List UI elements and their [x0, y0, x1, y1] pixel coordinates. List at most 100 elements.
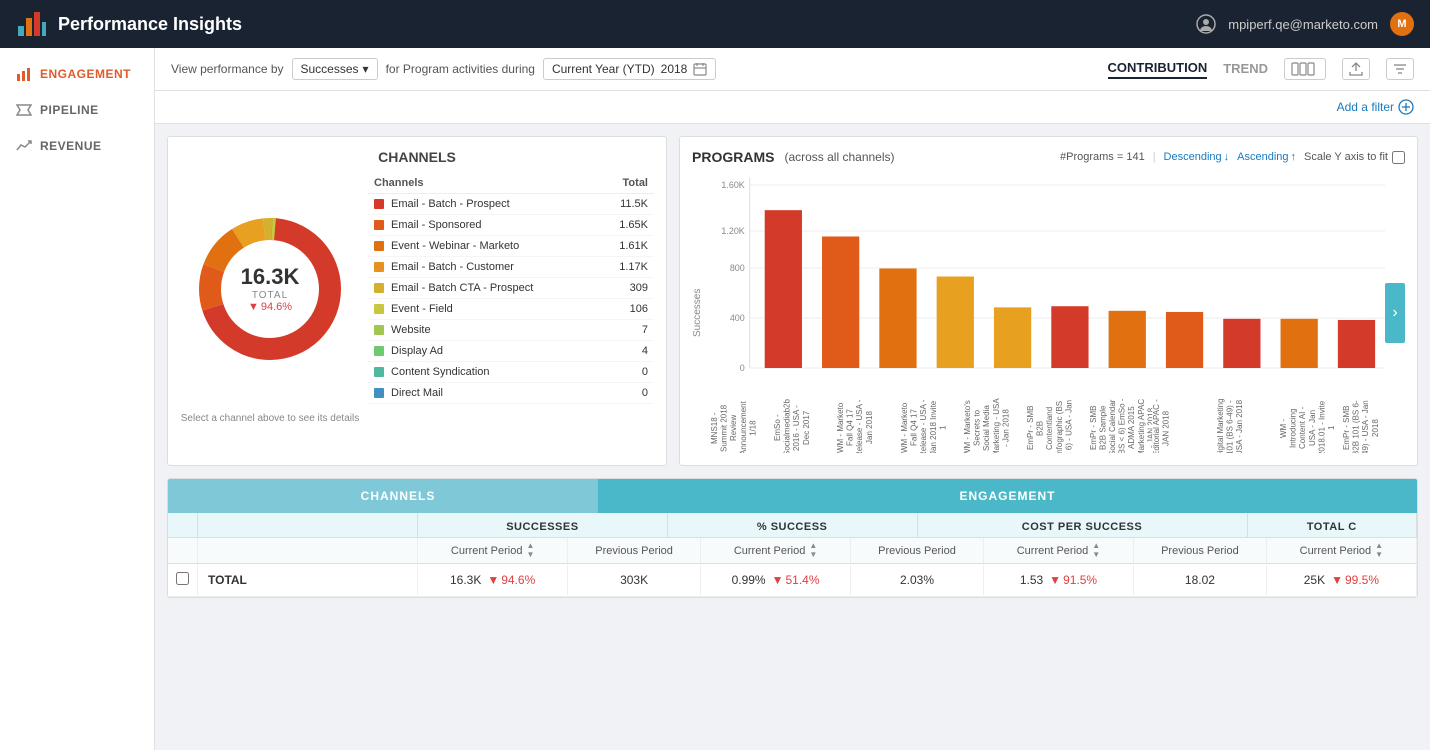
tab-trend[interactable]: TREND: [1223, 61, 1268, 78]
ascending-btn[interactable]: Ascending ↑: [1237, 151, 1296, 163]
cost-subheader: COST PER SUCCESS: [918, 513, 1248, 537]
bottom-table: CHANNELS ENGAGEMENT SUCCESSES % SUCCESS …: [167, 478, 1418, 598]
channel-value-cell: 0: [599, 362, 654, 383]
bar-rect[interactable]: [1281, 319, 1318, 368]
down-arrow-succ: ▼: [487, 573, 499, 587]
successes-current-period: Current Period ▲▼: [418, 538, 568, 563]
bar-rect[interactable]: [1223, 319, 1260, 368]
descending-arrow-icon: ↓: [1224, 151, 1230, 163]
channels-period: [198, 538, 418, 563]
total-subheader: TOTAL C: [1248, 513, 1418, 537]
channels-table-row[interactable]: Content Syndication 0: [368, 362, 654, 383]
bar-rect[interactable]: [994, 307, 1031, 368]
bar-rect[interactable]: [937, 277, 974, 369]
row-checkbox-cell[interactable]: [168, 564, 198, 596]
channels-table-row[interactable]: Email - Sponsored 1.65K: [368, 215, 654, 236]
bar-chart-svg: 0 400 800 1.20K 1.60K: [710, 173, 1405, 393]
content-area: CHANNELS: [155, 124, 1430, 610]
bar-rect[interactable]: [1109, 311, 1146, 368]
channel-name-cell: Website: [368, 320, 599, 341]
sidebar-item-engagement[interactable]: ENGAGEMENT: [0, 56, 154, 92]
bar-x-label: WM - Marketo Fall Q4 17 Release - USA - …: [900, 398, 963, 453]
channels-table-row[interactable]: Direct Mail 0: [368, 383, 654, 404]
export-btn[interactable]: [1342, 58, 1370, 80]
channel-name-cell: Content Syndication: [368, 362, 599, 383]
channel-value-cell: 106: [599, 299, 654, 320]
engagement-header: ENGAGEMENT: [598, 479, 1417, 513]
channels-table-row[interactable]: Email - Batch - Prospect 11.5K: [368, 194, 654, 215]
bar-rect[interactable]: [879, 268, 916, 368]
descending-label: Descending: [1164, 151, 1222, 163]
down-arrow-total: ▼: [1331, 573, 1343, 587]
tab-contribution[interactable]: CONTRIBUTION: [1108, 60, 1208, 79]
channels-panel: CHANNELS: [167, 136, 667, 466]
channel-color-swatch: [374, 199, 384, 209]
scale-y-ctrl: Scale Y axis to fit: [1304, 151, 1405, 164]
programs-controls: #Programs = 141 | Descending ↓ Ascending…: [1060, 151, 1405, 164]
bar-rect[interactable]: [1166, 312, 1203, 368]
channel-color-swatch: [374, 325, 384, 335]
add-filter-label: Add a filter: [1337, 100, 1394, 114]
scale-y-checkbox[interactable]: [1392, 151, 1405, 164]
total-sort[interactable]: ▲▼: [1375, 542, 1383, 559]
view-toggle-btn[interactable]: [1284, 58, 1326, 80]
descending-btn[interactable]: Descending ↓: [1164, 151, 1230, 163]
down-arrow-cost: ▼: [1049, 573, 1061, 587]
channels-table-row[interactable]: Display Ad 4: [368, 341, 654, 362]
main-content: View performance by Successes ▾ for Prog…: [155, 48, 1430, 750]
pipeline-icon: [16, 102, 32, 118]
channel-value-cell: 1.17K: [599, 257, 654, 278]
metric-selector[interactable]: Successes ▾: [292, 58, 378, 80]
channel-value-cell: 11.5K: [599, 194, 654, 215]
donut-center: 16.3K TOTAL ▼ 94.6%: [241, 264, 300, 313]
channels-table-row[interactable]: Website 7: [368, 320, 654, 341]
bar-x-label: EmPr - SMB B2B Sample Social Calendar (B…: [1089, 398, 1152, 453]
user-email: mpiperf.qe@marketo.com: [1228, 17, 1378, 32]
bar-x-label: MNS18 - Summit 2018 Review Announcement …: [710, 398, 773, 453]
channel-name-cell: Direct Mail: [368, 383, 599, 404]
row-checkbox[interactable]: [176, 572, 189, 585]
total-change-neg: ▼ 99.5%: [1331, 573, 1379, 587]
programs-title: PROGRAMS: [692, 149, 774, 165]
channel-name-cell: Event - Field: [368, 299, 599, 320]
sidebar-item-revenue[interactable]: REVENUE: [0, 128, 154, 164]
add-filter-btn[interactable]: Add a filter: [1337, 99, 1414, 115]
channel-value-cell: 4: [599, 341, 654, 362]
pct-sort[interactable]: ▲▼: [809, 542, 817, 559]
table-header-row: CHANNELS ENGAGEMENT: [168, 479, 1417, 513]
toolbar: View performance by Successes ▾ for Prog…: [155, 48, 1430, 91]
sidebar-revenue-label: REVENUE: [40, 139, 102, 153]
scale-y-label: Scale Y axis to fit: [1304, 151, 1388, 163]
period-selector[interactable]: Current Year (YTD) 2018: [543, 58, 716, 80]
channel-value-cell: 7: [599, 320, 654, 341]
channels-table-row[interactable]: Email - Batch - Customer 1.17K: [368, 257, 654, 278]
bar-chart-inner: 0 400 800 1.20K 1.60K: [710, 173, 1405, 453]
bar-rect[interactable]: [1051, 306, 1088, 368]
bar-rect[interactable]: [765, 210, 802, 368]
total-number: 16.3K: [241, 264, 300, 290]
upload-icon: [1349, 62, 1363, 76]
bar-x-label: WM - Marketo Fall Q4 17 Release - USA - …: [836, 398, 899, 453]
programs-header: PROGRAMS (across all channels) #Programs…: [692, 149, 1405, 165]
channels-table-row[interactable]: Event - Field 106: [368, 299, 654, 320]
bar-rect[interactable]: [822, 236, 859, 368]
ascending-label: Ascending: [1237, 151, 1288, 163]
channels-table-row[interactable]: Email - Batch CTA - Prospect 309: [368, 278, 654, 299]
channels-table-row[interactable]: Event - Webinar - Marketo 1.61K: [368, 236, 654, 257]
svg-text:800: 800: [730, 263, 745, 273]
successes-sort[interactable]: ▲▼: [526, 542, 534, 559]
channels-table: Channels Total Email - Batch - Prospect …: [368, 173, 654, 404]
table-subheader-row: SUCCESSES % SUCCESS COST PER SUCCESS TOT…: [168, 513, 1417, 538]
bar-rect[interactable]: [1338, 320, 1375, 368]
table-row: TOTAL 16.3K ▼ 94.6% 303K: [168, 564, 1417, 597]
channel-name-cell: Event - Webinar - Marketo: [368, 236, 599, 257]
grid-view-icon: [1291, 62, 1319, 76]
bar-x-label: EmSo - Socialmediab2b 2016 - USA - Dec 2…: [773, 398, 836, 453]
down-arrow-icon: ▼: [248, 301, 259, 313]
sidebar-item-pipeline[interactable]: PIPELINE: [0, 92, 154, 128]
app-title: Performance Insights: [58, 14, 242, 35]
channel-color-swatch: [374, 241, 384, 251]
cost-sort[interactable]: ▲▼: [1092, 542, 1100, 559]
settings-btn[interactable]: [1386, 58, 1414, 80]
next-page-btn[interactable]: ›: [1385, 283, 1405, 343]
